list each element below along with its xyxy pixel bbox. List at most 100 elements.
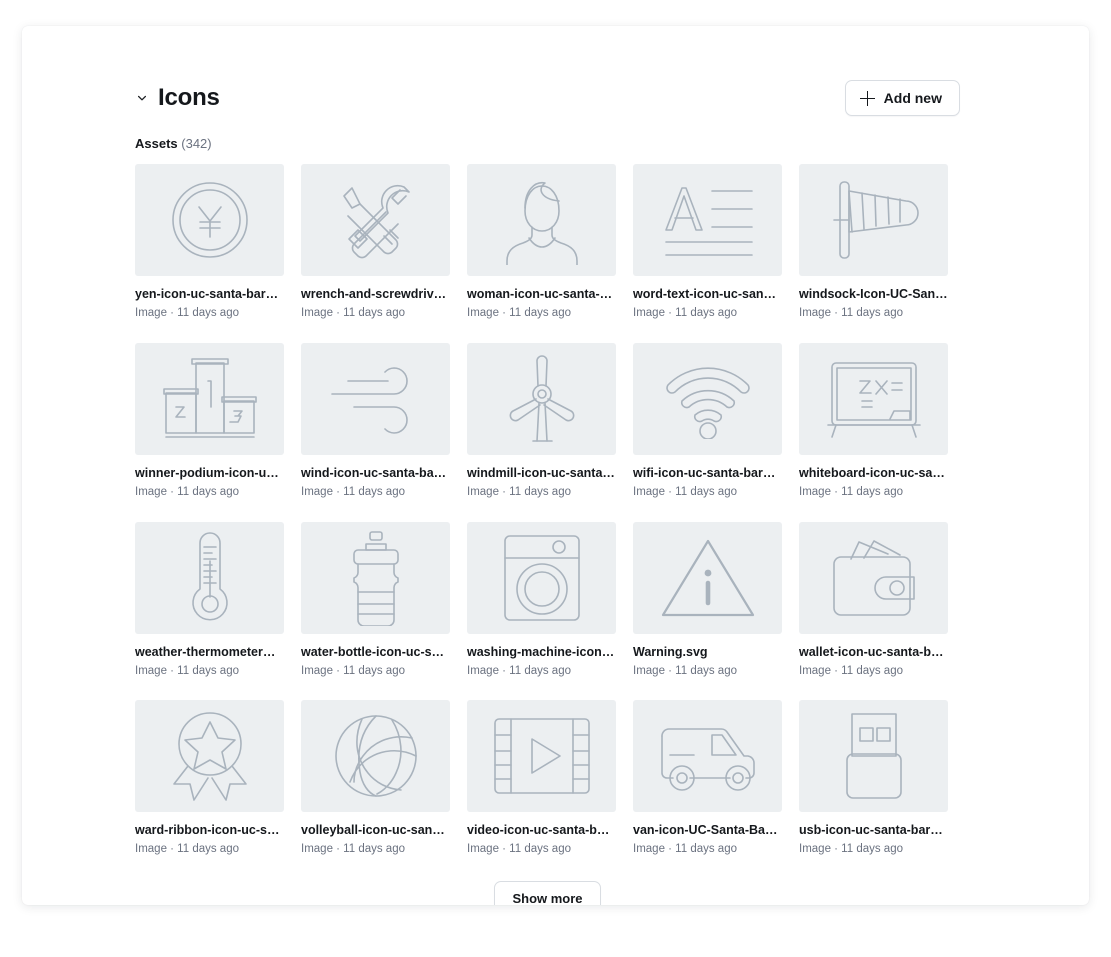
asset-name: usb-icon-uc-santa-bar… (799, 823, 943, 838)
asset-name: wrench-and-screwdriv… (301, 287, 447, 301)
thermometer-icon (180, 531, 240, 625)
video-filmstrip-icon (492, 715, 592, 797)
asset-meta: Image · 11 days ago (135, 485, 239, 498)
asset-card[interactable]: wifi-icon-uc-santa-bar… Image · 11 days a… (633, 342, 782, 500)
show-more-wrap: Show more (135, 881, 960, 905)
asset-name: woman-icon-uc-santa-… (467, 287, 613, 301)
asset-meta: Image · 11 days ago (799, 664, 903, 677)
asset-meta: Image · 11 days ago (467, 485, 571, 498)
water-bottle-icon (344, 530, 408, 626)
asset-meta: Image · 11 days ago (799, 307, 903, 319)
asset-thumbnail[interactable] (301, 342, 450, 455)
asset-card[interactable]: van-icon-UC-Santa-Ba… Image · 11 days ago (633, 700, 782, 857)
asset-thumbnail[interactable] (633, 342, 782, 455)
asset-thumbnail[interactable] (799, 164, 948, 276)
add-new-button[interactable]: Add new (844, 80, 960, 116)
asset-name: windsock-Icon-UC-San… (799, 287, 948, 301)
asset-card[interactable]: Warning.svg Image · 11 days ago (633, 521, 782, 679)
asset-card[interactable]: weather-thermometer… Image · 11 days ago (135, 521, 284, 679)
asset-meta: Image · 11 days ago (301, 485, 405, 498)
asset-name: windmill-icon-uc-santa… (467, 465, 615, 480)
warning-triangle-icon (660, 535, 756, 621)
wrench-and-screwdriver-icon (330, 174, 422, 266)
asset-thumbnail[interactable] (135, 164, 284, 276)
asset-thumbnail[interactable] (633, 164, 782, 276)
asset-name: weather-thermometer… (135, 644, 276, 659)
asset-card[interactable]: volleyball-icon-uc-san… Image · 11 days a… (301, 700, 450, 857)
add-new-label: Add new (883, 90, 942, 106)
asset-thumbnail[interactable] (301, 521, 450, 634)
asset-card[interactable]: ward-ribbon-icon-uc-s… Image · 11 days ag… (135, 700, 284, 857)
asset-thumbnail[interactable] (799, 700, 948, 813)
asset-name: washing-machine-icon… (467, 644, 615, 659)
asset-thumbnail[interactable] (301, 700, 450, 813)
asset-name: whiteboard-icon-uc-sa… (799, 465, 945, 480)
page-title: Icons (158, 84, 220, 111)
asset-card[interactable]: yen-icon-uc-santa-bar… Image · 11 days ag… (135, 164, 284, 321)
wifi-icon (662, 359, 754, 439)
asset-card[interactable]: whiteboard-icon-uc-sa… Image · 11 days ag… (799, 342, 948, 500)
asset-meta: Image · 11 days ago (633, 664, 737, 677)
show-more-button[interactable]: Show more (494, 881, 601, 905)
asset-card[interactable]: wind-icon-uc-santa-ba… Image · 11 days ag… (301, 342, 450, 500)
asset-thumbnail[interactable] (633, 700, 782, 813)
asset-name: ward-ribbon-icon-uc-s… (135, 823, 280, 838)
wallet-icon (826, 535, 922, 621)
asset-name: volleyball-icon-uc-san… (301, 823, 445, 838)
assets-count-value: (342) (181, 136, 212, 151)
asset-name: Warning.svg (633, 644, 708, 659)
whiteboard-icon (824, 357, 924, 441)
assets-panel: Icons Add new Assets (342) yen-icon-uc-s… (22, 26, 1089, 905)
asset-grid: yen-icon-uc-santa-bar… Image · 11 days ag… (135, 164, 960, 857)
word-text-icon (660, 178, 756, 262)
asset-thumbnail[interactable] (467, 700, 616, 813)
asset-meta: Image · 11 days ago (633, 307, 737, 319)
windmill-icon (500, 353, 584, 445)
volleyball-icon (332, 712, 420, 800)
asset-thumbnail[interactable] (467, 164, 616, 276)
section-title-group: Icons (135, 86, 220, 110)
asset-name: yen-icon-uc-santa-bar… (135, 287, 279, 301)
section-header: Icons Add new (135, 78, 960, 118)
asset-thumbnail[interactable] (799, 521, 948, 634)
assets-count-label: Assets (135, 136, 178, 151)
asset-name: winner-podium-icon-u… (135, 465, 279, 480)
asset-card[interactable]: usb-icon-uc-santa-bar… Image · 11 days ag… (799, 700, 948, 857)
asset-meta: Image · 11 days ago (301, 664, 405, 677)
asset-name: wifi-icon-uc-santa-bar… (633, 465, 776, 480)
asset-thumbnail[interactable] (135, 521, 284, 634)
asset-meta: Image · 11 days ago (135, 307, 239, 319)
washing-machine-icon (501, 532, 583, 624)
asset-thumbnail[interactable] (633, 521, 782, 634)
asset-thumbnail[interactable] (301, 164, 450, 276)
asset-meta: Image · 11 days ago (301, 307, 405, 319)
asset-name: word-text-icon-uc-san… (633, 287, 777, 301)
asset-card[interactable]: word-text-icon-uc-san… Image · 11 days ag… (633, 164, 782, 321)
asset-card[interactable]: wallet-icon-uc-santa-b… Image · 11 days a… (799, 521, 948, 679)
asset-card[interactable]: windsock-Icon-UC-San… Image · 11 days ago (799, 164, 948, 321)
wind-icon (328, 359, 424, 439)
plus-icon (859, 90, 875, 106)
yen-coin-icon (166, 176, 254, 264)
asset-card[interactable]: water-bottle-icon-uc-s… Image · 11 days a… (301, 521, 450, 679)
chevron-down-icon[interactable] (135, 91, 149, 105)
asset-name: wallet-icon-uc-santa-b… (799, 644, 944, 659)
asset-card[interactable]: woman-icon-uc-santa-… Image · 11 days ago (467, 164, 616, 321)
asset-name: video-icon-uc-santa-b… (467, 823, 610, 838)
asset-thumbnail[interactable] (799, 342, 948, 455)
usb-icon (839, 710, 909, 802)
asset-card[interactable]: washing-machine-icon… Image · 11 days ago (467, 521, 616, 679)
asset-meta: Image · 11 days ago (467, 664, 571, 677)
asset-card[interactable]: video-icon-uc-santa-b… Image · 11 days ag… (467, 700, 616, 857)
award-ribbon-icon (166, 708, 254, 804)
asset-card[interactable]: winner-podium-icon-u… Image · 11 days ago (135, 342, 284, 500)
asset-card[interactable]: wrench-and-screwdriv… Image · 11 days ago (301, 164, 450, 321)
asset-thumbnail[interactable] (467, 342, 616, 455)
asset-thumbnail[interactable] (467, 521, 616, 634)
asset-meta: Image · 11 days ago (633, 843, 737, 856)
winner-podium-icon (162, 357, 258, 441)
asset-thumbnail[interactable] (135, 342, 284, 455)
assets-content: Icons Add new Assets (342) yen-icon-uc-s… (135, 78, 960, 905)
asset-thumbnail[interactable] (135, 700, 284, 813)
asset-card[interactable]: windmill-icon-uc-santa… Image · 11 days a… (467, 342, 616, 500)
